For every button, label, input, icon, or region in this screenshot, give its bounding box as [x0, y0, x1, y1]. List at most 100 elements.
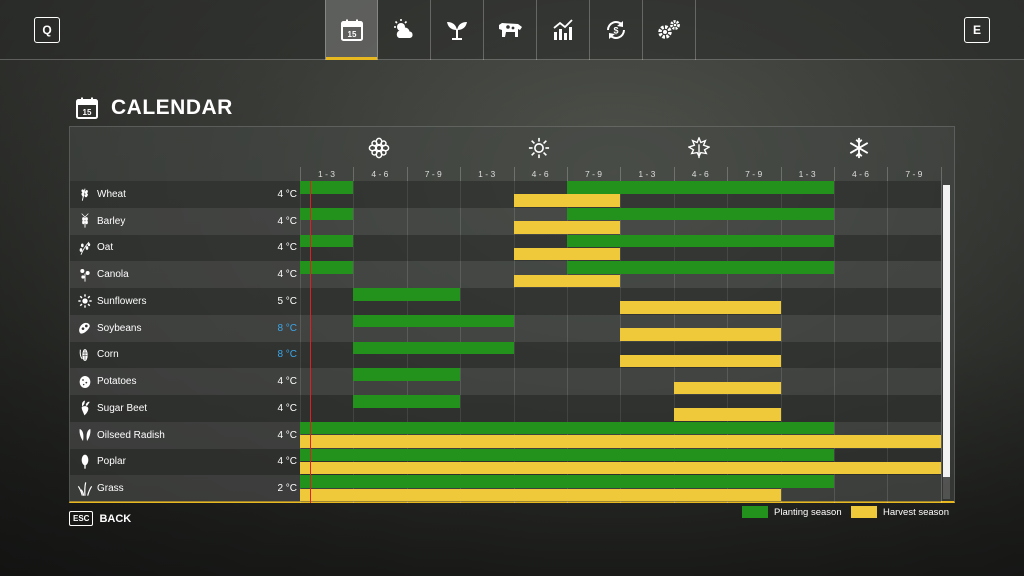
- sugar-beet-icon: [74, 400, 96, 416]
- crop-row: Oilseed Radish 4 °C: [70, 421, 942, 449]
- calendar-cell: [513, 341, 567, 369]
- tab-prices[interactable]: [537, 0, 590, 60]
- scrollbar-thumb[interactable]: [943, 185, 950, 477]
- calendar-cell: [620, 368, 674, 395]
- calendar-cell: [780, 395, 834, 422]
- wheat-icon: [74, 186, 96, 202]
- calendar-cell: [780, 314, 834, 342]
- contracts-icon: $: [607, 21, 625, 39]
- harvest-season-bar: [300, 435, 941, 448]
- calendar-cell: [513, 288, 567, 315]
- month-label: 7 - 9: [584, 169, 602, 179]
- crop-row: Grass 2 °C: [70, 475, 942, 502]
- calendar-cell: [834, 261, 888, 288]
- crop-name-cell: Wheat 4 °C: [70, 181, 300, 208]
- back-button[interactable]: ESC BACK: [69, 511, 131, 526]
- back-label: BACK: [99, 512, 132, 525]
- calendar-cell: [887, 288, 941, 315]
- calendar-cell: [834, 181, 888, 208]
- crop-name-cell: Sunflowers 5 °C: [70, 288, 300, 315]
- harvest-season-bar: [300, 488, 781, 502]
- sun-icon: [528, 137, 550, 159]
- planting-season-bar: [353, 314, 514, 328]
- planting-swatch: [742, 506, 768, 518]
- calendar-cell: [887, 314, 941, 342]
- crop-name: Soybeans: [97, 322, 142, 334]
- scrollbar[interactable]: [943, 185, 950, 499]
- calendar-cell: [834, 207, 888, 235]
- calendar-cell: [834, 368, 888, 395]
- calendar-day-number: 15: [347, 30, 356, 39]
- crop-name-cell: Oilseed Radish 4 °C: [70, 421, 300, 449]
- page-title: CALENDAR: [111, 96, 233, 119]
- crop-name: Canola: [97, 269, 129, 281]
- calendar-icon: 15: [76, 97, 98, 119]
- calendar-cell: [406, 207, 461, 235]
- tab-settings[interactable]: [643, 0, 696, 60]
- month-label: 7 - 9: [905, 169, 923, 179]
- crop-row: Sugar Beet 4 °C: [70, 395, 942, 422]
- calendar-cell: [300, 395, 354, 422]
- calendar-cell: [353, 261, 407, 288]
- calendar-cell: [300, 288, 354, 315]
- soybean-icon: [74, 320, 96, 336]
- planting-season-bar: [353, 395, 461, 408]
- tab-crops[interactable]: [431, 0, 484, 60]
- weather-icon: [394, 19, 413, 38]
- crop-min-temperature: 5 °C: [277, 295, 297, 307]
- sunflower-icon: [74, 293, 96, 309]
- calendar-cell: [406, 181, 461, 208]
- tab-contracts[interactable]: $: [590, 0, 643, 60]
- month-label: 7 - 9: [424, 169, 442, 179]
- calendar-cell: [513, 314, 567, 342]
- calendar-cell: [353, 234, 407, 262]
- flower-icon: [368, 137, 390, 159]
- tab-animals[interactable]: [484, 0, 537, 60]
- harvest-season-bar: [300, 461, 941, 475]
- crop-row: Corn 8 °C: [70, 341, 942, 369]
- crop-name: Sunflowers: [97, 295, 147, 307]
- calendar-cell: [887, 395, 941, 422]
- tab-calendar[interactable]: 15: [325, 0, 378, 60]
- crop-name: Potatoes: [97, 376, 137, 388]
- calendar-cell: [353, 181, 407, 208]
- month-label: 1 - 3: [478, 169, 496, 179]
- calendar-cell: [513, 395, 567, 422]
- crop-row: Soybeans 8 °C: [70, 314, 942, 342]
- harvest-season-bar: [620, 301, 781, 314]
- page-header: 15 CALENDAR: [75, 96, 233, 120]
- harvest-season-bar: [513, 221, 621, 234]
- planting-season-bar: [300, 421, 834, 435]
- harvest-season-bar: [620, 328, 781, 341]
- oat-icon: [74, 240, 96, 256]
- calendar-day-number: 15: [83, 108, 92, 117]
- crop-name: Wheat: [97, 188, 126, 200]
- calendar-panel: 1 - 3 4 - 6 7 - 9 1 - 3 4 - 6 7 - 9 1 - 3 4 - 6…: [69, 126, 955, 503]
- planting-season-bar: [567, 234, 834, 247]
- next-page-key[interactable]: E: [964, 17, 990, 43]
- planting-season-bar: [353, 368, 461, 381]
- prev-page-key[interactable]: Q: [34, 17, 60, 43]
- harvest-season-bar: [513, 194, 621, 207]
- top-navigation-bar: Q 15 $ E: [0, 0, 1024, 60]
- crop-row: Barley 4 °C: [70, 207, 942, 235]
- crop-name-cell: Canola 4 °C: [70, 261, 300, 288]
- calendar-cell: [460, 181, 514, 208]
- canola-icon: [74, 267, 96, 283]
- menu-tabs: 15 $: [325, 0, 696, 60]
- planting-season-bar: [353, 341, 514, 354]
- calendar-cell: [460, 261, 514, 288]
- calendar-cell: [300, 341, 354, 369]
- crop-min-temperature: 8 °C: [277, 322, 297, 334]
- snowflake-icon: [849, 137, 869, 159]
- esc-key: ESC: [69, 511, 94, 526]
- planting-season-bar: [300, 448, 834, 461]
- tab-weather[interactable]: [378, 0, 431, 60]
- legend-harvest: Harvest season: [851, 506, 949, 518]
- calendar-cell: [567, 341, 621, 369]
- svg-text:$: $: [613, 26, 618, 36]
- month-label: 1 - 3: [317, 169, 335, 179]
- calendar-cell: [460, 207, 514, 235]
- calendar-cell: [887, 261, 941, 288]
- planting-season-bar: [567, 207, 834, 221]
